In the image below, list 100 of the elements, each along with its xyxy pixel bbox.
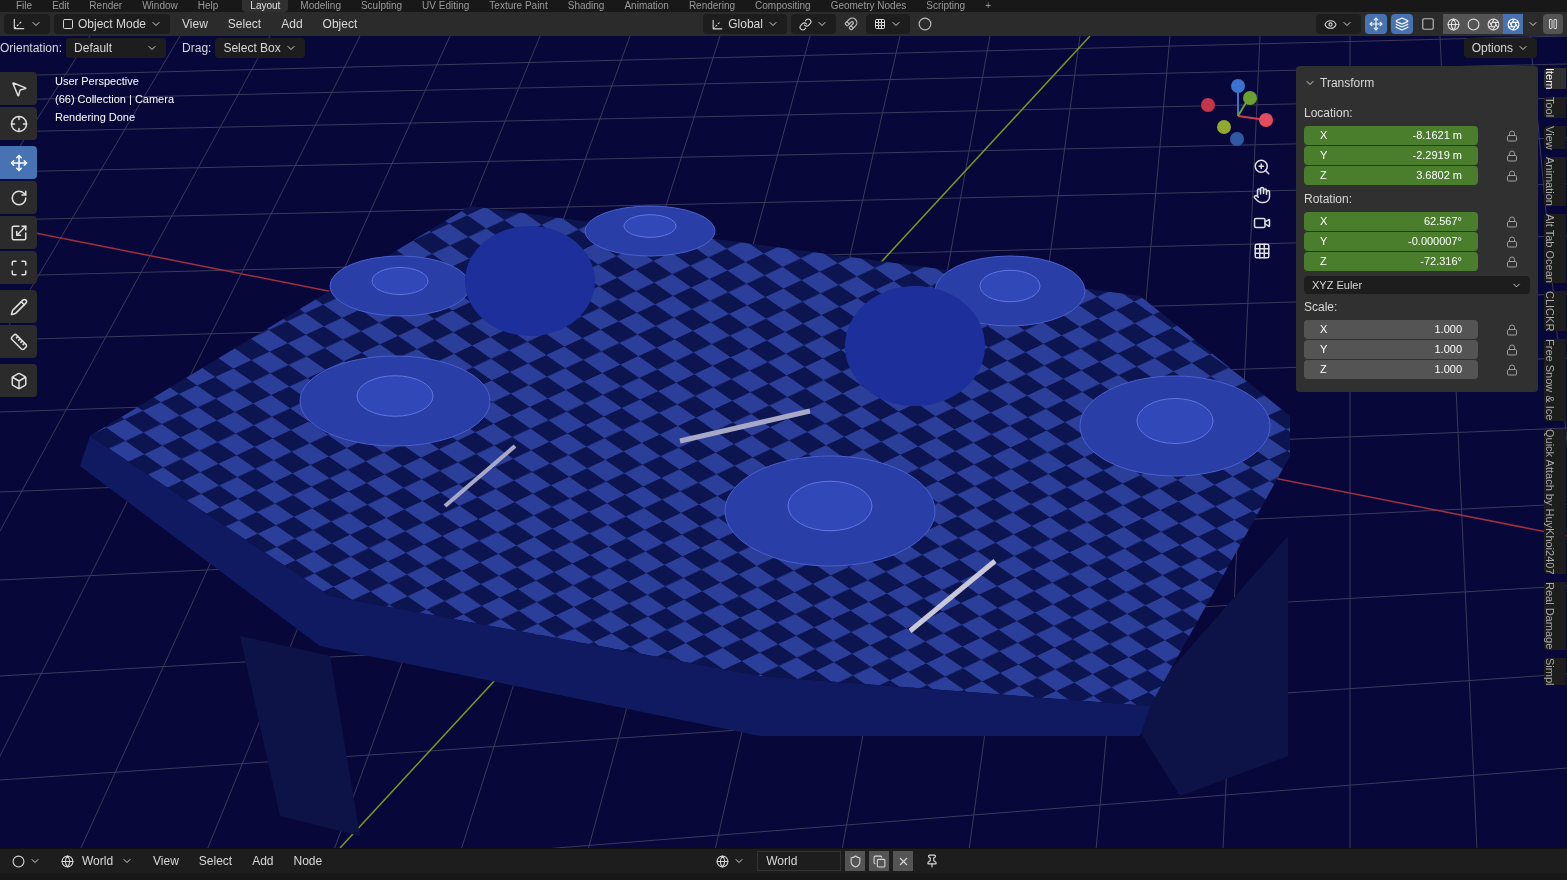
value-field[interactable]: Z -72.316° [1304, 252, 1478, 271]
options-dropdown[interactable]: Options [1463, 38, 1537, 58]
workspace-tab[interactable]: Rendering [680, 0, 744, 12]
grid-icon[interactable] [1253, 242, 1271, 260]
add-cube-tool[interactable] [0, 364, 37, 397]
pin-icon[interactable] [925, 854, 940, 868]
panel-title[interactable]: Transform [1320, 74, 1375, 92]
orientation-dropdown[interactable]: Default [66, 38, 167, 58]
value-field[interactable]: X 1.000 [1304, 320, 1478, 339]
material-shading-button[interactable] [1483, 14, 1503, 34]
menu-item[interactable]: View [145, 852, 187, 870]
hand-icon[interactable] [1253, 186, 1271, 204]
menu-item[interactable]: Node [285, 852, 331, 870]
workspace-tab[interactable]: Shading [559, 0, 613, 12]
select-tool[interactable] [0, 72, 37, 105]
value-field[interactable]: Y -2.2919 m [1304, 146, 1478, 165]
value-field[interactable]: Y 1.000 [1304, 340, 1478, 359]
overlay-toggle[interactable] [1391, 14, 1413, 34]
lock-icon[interactable] [1506, 323, 1518, 336]
sidebar-tab[interactable]: Animation [1544, 157, 1566, 207]
sidebar-tab[interactable]: View [1544, 125, 1566, 150]
workspace-tab[interactable]: + [977, 0, 999, 12]
lock-icon[interactable] [1506, 255, 1518, 268]
sidebar-tab[interactable]: Tool [1544, 97, 1566, 118]
workspace-tab[interactable]: Scripting [918, 0, 974, 12]
rendered-shading-button[interactable] [1503, 14, 1523, 34]
zoom-icon[interactable] [1253, 158, 1271, 176]
value-field[interactable]: Z 1.000 [1304, 360, 1478, 379]
transform-icon [9, 258, 28, 277]
menu-item[interactable]: Add [244, 852, 282, 870]
lock-icon[interactable] [1506, 363, 1518, 376]
shield-icon [848, 854, 862, 868]
menu-item[interactable]: Help [189, 0, 227, 12]
drag-label: Drag: [182, 40, 212, 57]
annotate-tool[interactable] [0, 290, 37, 323]
workspace-tab[interactable]: Animation [616, 0, 677, 12]
annotate-icon [9, 297, 28, 316]
workspace-tab[interactable]: Sculpting [352, 0, 411, 12]
measure-icon [9, 332, 28, 351]
menu-item[interactable]: Object [314, 15, 366, 33]
sidebar-tab[interactable]: CLICKR [1544, 291, 1566, 332]
scale-tool[interactable] [0, 216, 37, 249]
sidebar-tab[interactable]: Alt Tab Ocean [1544, 214, 1566, 284]
pivot-dropdown[interactable] [790, 14, 836, 34]
move-tool[interactable] [0, 146, 37, 179]
copy-icon [872, 854, 886, 868]
fake-user-button[interactable] [845, 851, 866, 871]
rotate-tool[interactable] [0, 181, 37, 214]
workspace-tab[interactable]: Modeling [292, 0, 349, 12]
measure-tool[interactable] [0, 325, 37, 358]
visibility-dropdown[interactable] [1316, 14, 1361, 34]
snap-target-dropdown[interactable] [865, 14, 910, 34]
menu-item[interactable]: Add [273, 15, 311, 33]
menu-item[interactable]: Select [190, 852, 241, 870]
value-field[interactable]: X -8.1621 m [1304, 126, 1478, 145]
section-label: Scale: [1304, 299, 1339, 316]
gizmo-toggle[interactable] [1365, 14, 1387, 34]
cursor-tool[interactable] [0, 107, 37, 140]
viewport-info-text: (66) Collection | Camera [55, 92, 174, 107]
pause-button[interactable] [1543, 14, 1563, 34]
menu-item[interactable]: Select [219, 15, 270, 33]
value-field[interactable]: X 62.567° [1304, 212, 1478, 231]
editor-type-button[interactable] [4, 14, 50, 34]
viewport-info-text: Rendering Done [55, 110, 137, 125]
cube-select-icon [62, 18, 74, 30]
lock-icon[interactable] [1506, 149, 1518, 162]
value-field[interactable]: Y -0.000007° [1304, 232, 1478, 251]
sidebar-tab[interactable]: Free Snow & Ice [1544, 339, 1566, 421]
sidebar-tab[interactable]: Item [1544, 68, 1566, 90]
menu-item[interactable]: Window [134, 0, 186, 12]
workspace-tab[interactable]: Texture Paint [481, 0, 556, 12]
arrows-icon [1369, 17, 1383, 31]
drag-dropdown[interactable]: Select Box [215, 38, 305, 58]
scale-icon [9, 223, 28, 242]
menu-item[interactable]: File [8, 0, 41, 12]
sidebar-tab[interactable]: Simpl [1544, 657, 1566, 686]
workspace-tab[interactable]: Geometry Nodes [822, 0, 915, 12]
world-name-field[interactable]: World [757, 851, 842, 871]
lock-icon[interactable] [1506, 129, 1518, 142]
close-button[interactable] [893, 851, 914, 871]
value-field[interactable]: Z 3.6802 m [1304, 166, 1478, 185]
workspace-tab[interactable]: Compositing [747, 0, 819, 12]
menu-item[interactable]: Edit [44, 0, 78, 12]
workspace-tab[interactable]: Layout [242, 0, 289, 12]
viewport-info-text: User Perspective [55, 74, 140, 89]
lock-icon[interactable] [1506, 235, 1518, 248]
mode-dropdown[interactable]: Object Mode [54, 14, 171, 34]
menu-item[interactable]: Render [81, 0, 131, 12]
sidebar-tab[interactable]: Quick Attach by HuyKhoi2407 [1544, 428, 1566, 575]
workspace-tab[interactable]: UV Editing [414, 0, 478, 12]
lock-icon[interactable] [1506, 215, 1518, 228]
rotation-mode-dropdown[interactable]: XYZ Euler [1304, 276, 1530, 294]
lock-icon[interactable] [1506, 169, 1518, 182]
menu-item[interactable]: View [174, 15, 216, 33]
wireframe-shading-button[interactable] [1443, 14, 1463, 34]
transform-tool[interactable] [0, 251, 37, 284]
lock-icon[interactable] [1506, 343, 1518, 356]
sidebar-tab[interactable]: Real Damage [1544, 582, 1566, 650]
orientation-dropdown[interactable]: Global [703, 14, 787, 34]
duplicate-button[interactable] [869, 851, 890, 871]
